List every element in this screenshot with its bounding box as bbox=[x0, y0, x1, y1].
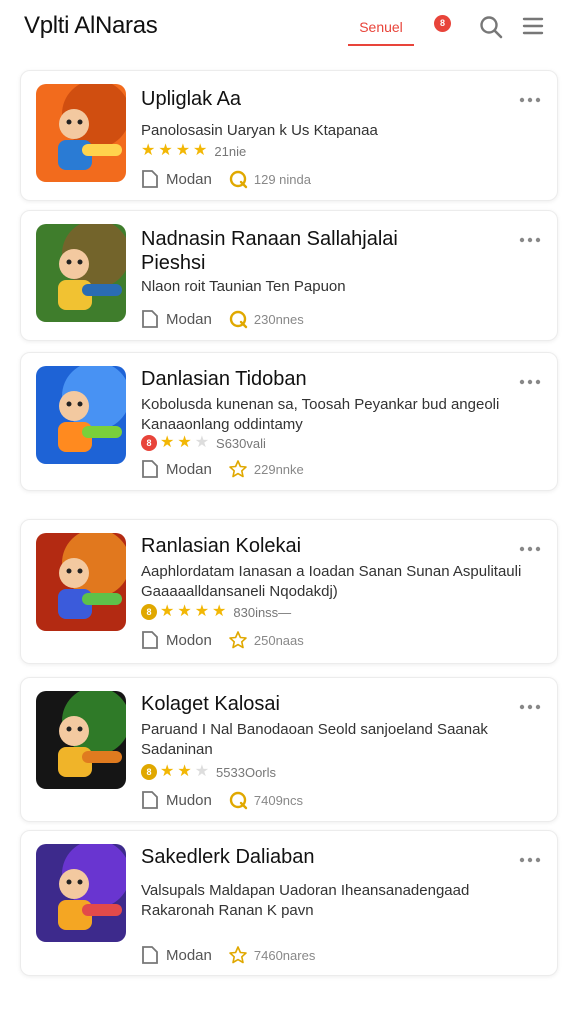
tab-senuel[interactable]: Senuel bbox=[348, 10, 414, 46]
star-icon: ★ bbox=[175, 142, 191, 159]
meta-label: Modan bbox=[166, 946, 212, 964]
star-icon: ★ bbox=[177, 763, 192, 780]
item-description: Valsupals Maldapan Uadoran Iheansanadeng… bbox=[141, 882, 470, 899]
star-icon: ★ bbox=[212, 603, 227, 620]
item-description: Sadaninan bbox=[141, 741, 213, 758]
item-description: Rakaronah Ranan K pavn bbox=[141, 902, 314, 919]
item-meta: Modan 7460nares bbox=[141, 943, 315, 967]
star-outline-icon bbox=[229, 946, 247, 964]
item-description: Aaphlordatam Ianasan a Ioadan Sanan Suna… bbox=[141, 563, 522, 580]
item-description: Nlaon roit Taunian Ten Papuon bbox=[141, 278, 346, 295]
rating-row: ★ ★ ★ ★ 21nie bbox=[141, 141, 246, 161]
star-icon: ★ bbox=[160, 603, 175, 620]
item-meta: Modan 229nnke bbox=[141, 457, 304, 481]
item-description: Panolosasin Uaryan k Us Ktapanaa bbox=[141, 122, 378, 139]
star-icon: ★ bbox=[160, 434, 175, 451]
stat-count: 7460nares bbox=[253, 947, 316, 963]
document-icon bbox=[142, 631, 158, 649]
star-icon: ★ bbox=[177, 434, 192, 451]
meta-label: Modan bbox=[166, 310, 212, 328]
app-title: Vplti AlNaras bbox=[24, 12, 158, 39]
item-meta: Modan 129 ninda bbox=[141, 167, 311, 191]
game-thumbnail[interactable] bbox=[36, 224, 126, 322]
item-title[interactable]: Pieshsi bbox=[141, 251, 205, 275]
more-icon[interactable] bbox=[519, 97, 541, 103]
item-meta: Modon 250naas bbox=[141, 628, 304, 652]
star-icon: ★ bbox=[177, 603, 192, 620]
item-description: Kanaaonlang oddintamy bbox=[141, 416, 303, 433]
more-icon[interactable] bbox=[519, 379, 541, 385]
list-item[interactable]: Upliglak Aa Panolosasin Uaryan k Us Ktapa… bbox=[20, 70, 558, 201]
meta-label: Modan bbox=[166, 460, 212, 478]
item-title[interactable]: Upliglak Aa bbox=[141, 87, 241, 111]
stat-count: 129 ninda bbox=[253, 171, 311, 187]
rating-row: 8 ★ ★ ★ ★ 830inss— bbox=[141, 602, 291, 622]
item-description: Paruand I Nal Banodaoan Seold sanjoeland… bbox=[141, 721, 488, 738]
refresh-icon bbox=[229, 791, 248, 810]
more-icon[interactable] bbox=[519, 546, 541, 552]
document-icon bbox=[142, 310, 158, 328]
top-app-bar: Vplti AlNaras Senuel 8 bbox=[0, 0, 576, 56]
notification-badge[interactable]: 8 bbox=[434, 15, 451, 32]
list-item[interactable]: Danlasian Tidoban Kobolusda kunenan sa, T… bbox=[20, 352, 558, 491]
star-icon: ★ bbox=[194, 763, 210, 780]
more-icon[interactable] bbox=[519, 237, 541, 243]
meta-label: Modon bbox=[166, 631, 212, 649]
star-icon: ★ bbox=[158, 142, 173, 159]
list-item[interactable]: Kolaget Kalosai Paruand I Nal Banodaoan S… bbox=[20, 677, 558, 822]
item-description: Kobolusda kunenan sa, Toosah Peyankar bu… bbox=[141, 396, 500, 413]
more-icon[interactable] bbox=[519, 704, 541, 710]
document-icon bbox=[142, 946, 158, 964]
rank-badge: 8 bbox=[141, 435, 157, 451]
meta-label: Mudon bbox=[166, 791, 212, 809]
refresh-icon bbox=[229, 310, 248, 329]
item-title[interactable]: Nadnasin Ranaan Sallahjalai bbox=[141, 227, 398, 251]
list-item[interactable]: Sakedlerk Daliaban Valsupals Maldapan Uad… bbox=[20, 830, 558, 976]
stat-count: 7409ncs bbox=[253, 792, 304, 808]
menu-icon[interactable] bbox=[522, 15, 544, 37]
rating-row: 8 ★ ★ ★ 5533Oorls bbox=[141, 762, 276, 782]
document-icon bbox=[142, 460, 158, 478]
rating-text: 21nie bbox=[214, 143, 247, 159]
game-thumbnail[interactable] bbox=[36, 844, 126, 942]
game-thumbnail[interactable] bbox=[36, 691, 126, 789]
stat-count: 230nnes bbox=[253, 311, 304, 327]
rating-row: 8 ★ ★ ★ S630vali bbox=[141, 433, 266, 453]
document-icon bbox=[142, 170, 158, 188]
stat-count: 229nnke bbox=[253, 461, 304, 477]
star-icon: ★ bbox=[194, 434, 210, 451]
star-icon: ★ bbox=[194, 603, 210, 620]
item-meta: Modan 230nnes bbox=[141, 307, 304, 331]
document-icon bbox=[142, 791, 158, 809]
meta-label: Modan bbox=[166, 170, 212, 188]
refresh-icon bbox=[229, 170, 248, 189]
item-meta: Mudon 7409ncs bbox=[141, 788, 303, 812]
item-title[interactable]: Sakedlerk Daliaban bbox=[141, 845, 314, 869]
list-item[interactable]: Nadnasin Ranaan Sallahjalai Pieshsi Nlaon … bbox=[20, 210, 558, 341]
rank-badge: 8 bbox=[141, 604, 157, 620]
star-outline-icon bbox=[229, 460, 247, 478]
item-title[interactable]: Danlasian Tidoban bbox=[141, 367, 307, 391]
rating-text: 830inss— bbox=[233, 604, 292, 620]
stat-count: 250naas bbox=[253, 632, 304, 648]
game-thumbnail[interactable] bbox=[36, 366, 126, 464]
star-icon: ★ bbox=[141, 142, 156, 159]
search-icon[interactable] bbox=[478, 14, 504, 40]
more-icon[interactable] bbox=[519, 857, 541, 863]
rating-text: S630vali bbox=[216, 435, 266, 451]
star-icon: ★ bbox=[160, 763, 175, 780]
rank-badge: 8 bbox=[141, 764, 157, 780]
star-icon: ★ bbox=[193, 142, 208, 159]
game-thumbnail[interactable] bbox=[36, 533, 126, 631]
rating-text: 5533Oorls bbox=[216, 764, 277, 780]
item-title[interactable]: Ranlasian Kolekai bbox=[141, 534, 301, 558]
list-item[interactable]: Ranlasian Kolekai Aaphlordatam Ianasan a … bbox=[20, 519, 558, 664]
game-thumbnail[interactable] bbox=[36, 84, 126, 182]
star-outline-icon bbox=[229, 631, 247, 649]
item-description: Gaaaaalldansaneli Nqodakdj) bbox=[141, 583, 338, 600]
item-title[interactable]: Kolaget Kalosai bbox=[141, 692, 280, 716]
